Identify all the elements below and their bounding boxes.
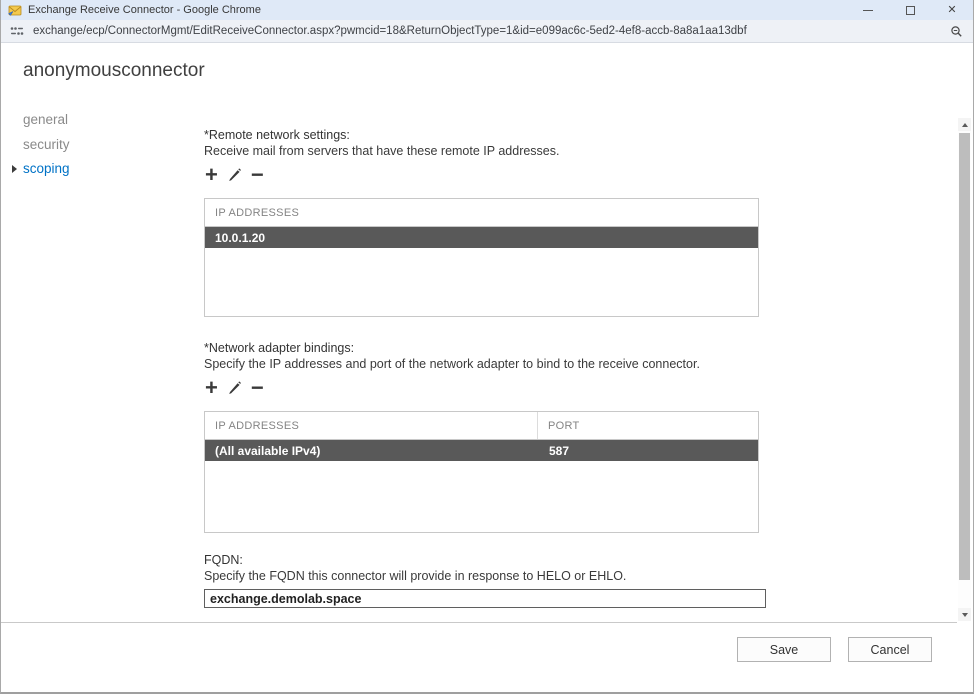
sidebar-item-general[interactable]: general [23, 112, 68, 127]
footer-divider [1, 622, 957, 623]
remote-ip-table: IP ADDRESSES 10.0.1.20 [204, 198, 759, 317]
maximize-button[interactable] [889, 0, 931, 20]
maximize-icon [906, 6, 915, 15]
address-url[interactable]: exchange/ecp/ConnectorMgmt/EditReceiveCo… [33, 25, 747, 37]
window-controls: ✕ [847, 0, 973, 20]
binding-ip-value: (All available IPv4) [205, 444, 539, 458]
fqdn-description: Specify the FQDN this connector will pro… [204, 569, 626, 583]
remote-network-label: *Remote network settings: [204, 128, 350, 142]
save-button[interactable]: Save [737, 637, 831, 662]
bindings-table: IP ADDRESSES PORT (All available IPv4) 5… [204, 411, 759, 533]
exchange-envelope-icon [8, 4, 22, 16]
remote-ip-table-header: IP ADDRESSES [205, 199, 758, 227]
edit-ip-button[interactable] [227, 167, 242, 183]
edit-binding-button[interactable] [227, 380, 242, 396]
arrow-up-icon [962, 123, 968, 127]
zoom-icon[interactable] [950, 25, 963, 38]
remote-network-description: Receive mail from servers that have thes… [204, 144, 559, 158]
remote-ip-value: 10.0.1.20 [205, 231, 265, 245]
remove-ip-button[interactable]: − [251, 164, 264, 186]
titlebar: Exchange Receive Connector - Google Chro… [1, 0, 973, 20]
bindings-table-header: IP ADDRESSES PORT [205, 412, 758, 440]
address-bar: exchange/ecp/ConnectorMgmt/EditReceiveCo… [1, 20, 973, 43]
browser-window: Exchange Receive Connector - Google Chro… [0, 0, 974, 694]
remote-ip-toolbar: + − [205, 162, 264, 188]
scroll-down-button[interactable] [958, 608, 971, 621]
add-binding-button[interactable]: + [205, 377, 218, 399]
add-ip-button[interactable]: + [205, 164, 218, 186]
remove-binding-button[interactable]: − [251, 377, 264, 399]
binding-port-value: 587 [539, 444, 569, 458]
vertical-scrollbar [958, 118, 971, 621]
pencil-icon [227, 167, 242, 183]
minimize-icon [863, 10, 873, 11]
minimize-button[interactable] [847, 0, 889, 20]
pencil-icon [227, 380, 242, 396]
adapter-bindings-description: Specify the IP addresses and port of the… [204, 357, 700, 371]
page-title: anonymousconnector [23, 60, 205, 82]
active-nav-arrow-icon [12, 165, 17, 173]
scrollbar-thumb[interactable] [959, 133, 970, 580]
column-header-ip-addresses: IP ADDRESSES [205, 207, 299, 219]
scroll-up-button[interactable] [958, 118, 971, 131]
close-button[interactable]: ✕ [931, 0, 973, 20]
table-row-binding[interactable]: (All available IPv4) 587 [205, 440, 758, 461]
window-title: Exchange Receive Connector - Google Chro… [28, 4, 261, 16]
fqdn-label: FQDN: [204, 553, 243, 567]
column-header-port: PORT [538, 420, 580, 432]
column-header-ip-addresses: IP ADDRESSES [205, 412, 538, 439]
sidebar-item-scoping[interactable]: scoping [23, 161, 70, 176]
cancel-button[interactable]: Cancel [848, 637, 932, 662]
bindings-toolbar: + − [205, 375, 264, 401]
table-row-remote-ip[interactable]: 10.0.1.20 [205, 227, 758, 248]
fqdn-input[interactable] [204, 589, 766, 608]
adapter-bindings-label: *Network adapter bindings: [204, 341, 354, 355]
site-settings-icon[interactable] [10, 25, 24, 37]
arrow-down-icon [962, 613, 968, 617]
close-icon: ✕ [947, 5, 956, 16]
sidebar-item-security[interactable]: security [23, 137, 70, 152]
